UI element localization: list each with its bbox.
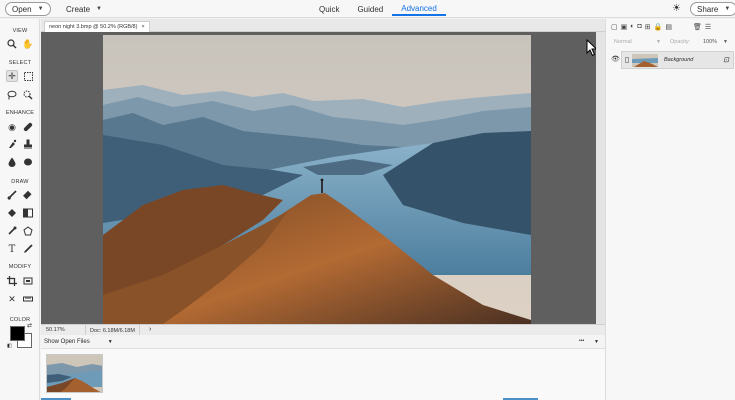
- chevron-down-icon[interactable]: ▼: [108, 339, 113, 345]
- eraser-icon[interactable]: [22, 189, 34, 201]
- quick-select-icon[interactable]: [22, 89, 34, 101]
- photo-bin-header: Show Open Files ▼ ••• ▼: [41, 335, 605, 349]
- more-options-icon[interactable]: •••: [579, 338, 584, 344]
- paint-bucket-icon[interactable]: [6, 207, 18, 219]
- panel-menu-icon[interactable]: ☰: [705, 23, 711, 31]
- blend-mode-select[interactable]: Normal: [614, 39, 632, 45]
- show-open-files-dropdown[interactable]: Show Open Files: [44, 339, 90, 345]
- opacity-label: Opacity:: [670, 39, 691, 45]
- link-layers-icon[interactable]: ▤: [665, 23, 672, 31]
- crop-icon[interactable]: [6, 275, 18, 287]
- tab-guided[interactable]: Guided: [348, 2, 392, 16]
- delete-layer-icon[interactable]: 🗑: [693, 23, 702, 31]
- vertical-scrollbar[interactable]: [596, 32, 605, 335]
- layer-row-background[interactable]: Background ⊡: [621, 51, 734, 69]
- document-tab-bar: neon night 3.bmp @ 50.2% (RGB/8) ×: [41, 19, 605, 32]
- mode-tabs: Quick Guided Advanced: [310, 2, 446, 16]
- default-colors-icon[interactable]: ◧: [7, 343, 12, 349]
- straighten-icon[interactable]: [22, 293, 34, 305]
- layer-link-icon: [625, 57, 629, 63]
- tab-advanced[interactable]: Advanced: [392, 2, 446, 16]
- top-bar: Open ▼ Create ▼ Quick Guided Advanced ☀ …: [0, 0, 735, 18]
- document-tab[interactable]: neon night 3.bmp @ 50.2% (RGB/8) ×: [44, 21, 150, 32]
- tools-panel: VIEW ✋ SELECT ✛ ENHANCE ◉ DRAW T MODIFY …: [0, 19, 40, 400]
- hand-icon[interactable]: ✋: [22, 38, 34, 50]
- marquee-icon[interactable]: [22, 70, 34, 82]
- create-label: Create: [66, 4, 91, 14]
- theme-sun-icon[interactable]: ☀: [672, 3, 681, 14]
- lasso-icon[interactable]: [6, 89, 18, 101]
- share-label: Share: [697, 4, 719, 14]
- layer-mask-icon[interactable]: ◘: [637, 23, 641, 30]
- section-enhance-label: ENHANCE: [5, 110, 35, 116]
- section-modify-label: MODIFY: [8, 264, 32, 270]
- recompose-icon[interactable]: [22, 275, 34, 287]
- swap-colors-icon[interactable]: ⇄: [27, 322, 32, 329]
- document-tab-title: neon night 3.bmp @ 50.2% (RGB/8): [49, 24, 138, 30]
- create-button[interactable]: Create ▼: [66, 2, 102, 16]
- photo-bin-thumbnail[interactable]: [46, 354, 103, 393]
- sponge-icon[interactable]: [22, 156, 34, 168]
- content-aware-move-icon[interactable]: ✕: [6, 293, 18, 305]
- document-image[interactable]: [103, 35, 531, 324]
- adjustment-layer-icon[interactable]: ◐: [630, 23, 634, 30]
- open-label: Open: [12, 4, 32, 14]
- open-button[interactable]: Open ▼: [5, 2, 51, 16]
- section-color-label: COLOR: [9, 317, 31, 323]
- brush-icon[interactable]: [6, 189, 18, 201]
- blur-icon[interactable]: [6, 156, 18, 168]
- layers-panel-toolbar: ▢ ▣ ◐ ◘ ⊞ 🔒 ▤ 🗑 ☰: [606, 19, 735, 34]
- type-icon[interactable]: T: [6, 243, 18, 255]
- layers-panel: ▢ ▣ ◐ ◘ ⊞ 🔒 ▤ 🗑 ☰ Normal ▼ Opacity: 100%…: [605, 19, 735, 400]
- foreground-color-swatch[interactable]: [10, 326, 25, 341]
- section-draw-label: DRAW: [11, 179, 29, 185]
- layer-thumbnail: [632, 53, 658, 67]
- eye-icon[interactable]: ◉: [6, 121, 18, 133]
- opacity-value[interactable]: 100%: [703, 39, 717, 45]
- new-group-icon[interactable]: ▣: [621, 23, 628, 31]
- status-bar: 50.17% Doc: 6.18M/6.18M ›: [41, 324, 605, 336]
- smart-brush-icon[interactable]: [6, 138, 18, 150]
- spot-healing-icon[interactable]: [22, 121, 34, 133]
- new-layer-icon[interactable]: ▢: [611, 23, 618, 31]
- visibility-eye-icon[interactable]: 👁: [611, 55, 620, 63]
- zoom-icon[interactable]: [6, 38, 18, 50]
- chevron-down-icon: ▼: [96, 6, 102, 12]
- custom-shape-icon[interactable]: [22, 225, 34, 237]
- clone-stamp-icon[interactable]: [22, 138, 34, 150]
- chevron-down-icon: ▼: [724, 6, 731, 12]
- lock-all-icon[interactable]: 🔒: [654, 23, 663, 31]
- photo-bin: [41, 349, 605, 400]
- lock-transparency-icon[interactable]: ⊞: [645, 23, 651, 31]
- chevron-right-icon[interactable]: ›: [149, 326, 151, 333]
- chevron-down-icon[interactable]: ▼: [656, 39, 661, 45]
- close-icon[interactable]: ×: [141, 24, 144, 30]
- eyedropper-icon[interactable]: [6, 225, 18, 237]
- pencil-icon[interactable]: [22, 243, 34, 255]
- section-view-label: VIEW: [12, 28, 28, 34]
- layer-options-row: Normal ▼ Opacity: 100% ▼: [606, 35, 735, 49]
- tab-quick[interactable]: Quick: [310, 2, 348, 16]
- chevron-down-icon[interactable]: ▼: [723, 39, 728, 45]
- zoom-level[interactable]: 50.17%: [46, 327, 65, 333]
- chevron-down-icon[interactable]: ▼: [594, 339, 599, 345]
- move-icon[interactable]: ✛: [6, 70, 18, 82]
- share-button[interactable]: Share ▼: [690, 2, 735, 16]
- gradient-icon[interactable]: [22, 207, 34, 219]
- lock-icon[interactable]: ⊡: [723, 56, 729, 64]
- section-select-label: SELECT: [8, 60, 32, 66]
- layer-name: Background: [664, 57, 694, 63]
- chevron-down-icon: ▼: [37, 6, 44, 12]
